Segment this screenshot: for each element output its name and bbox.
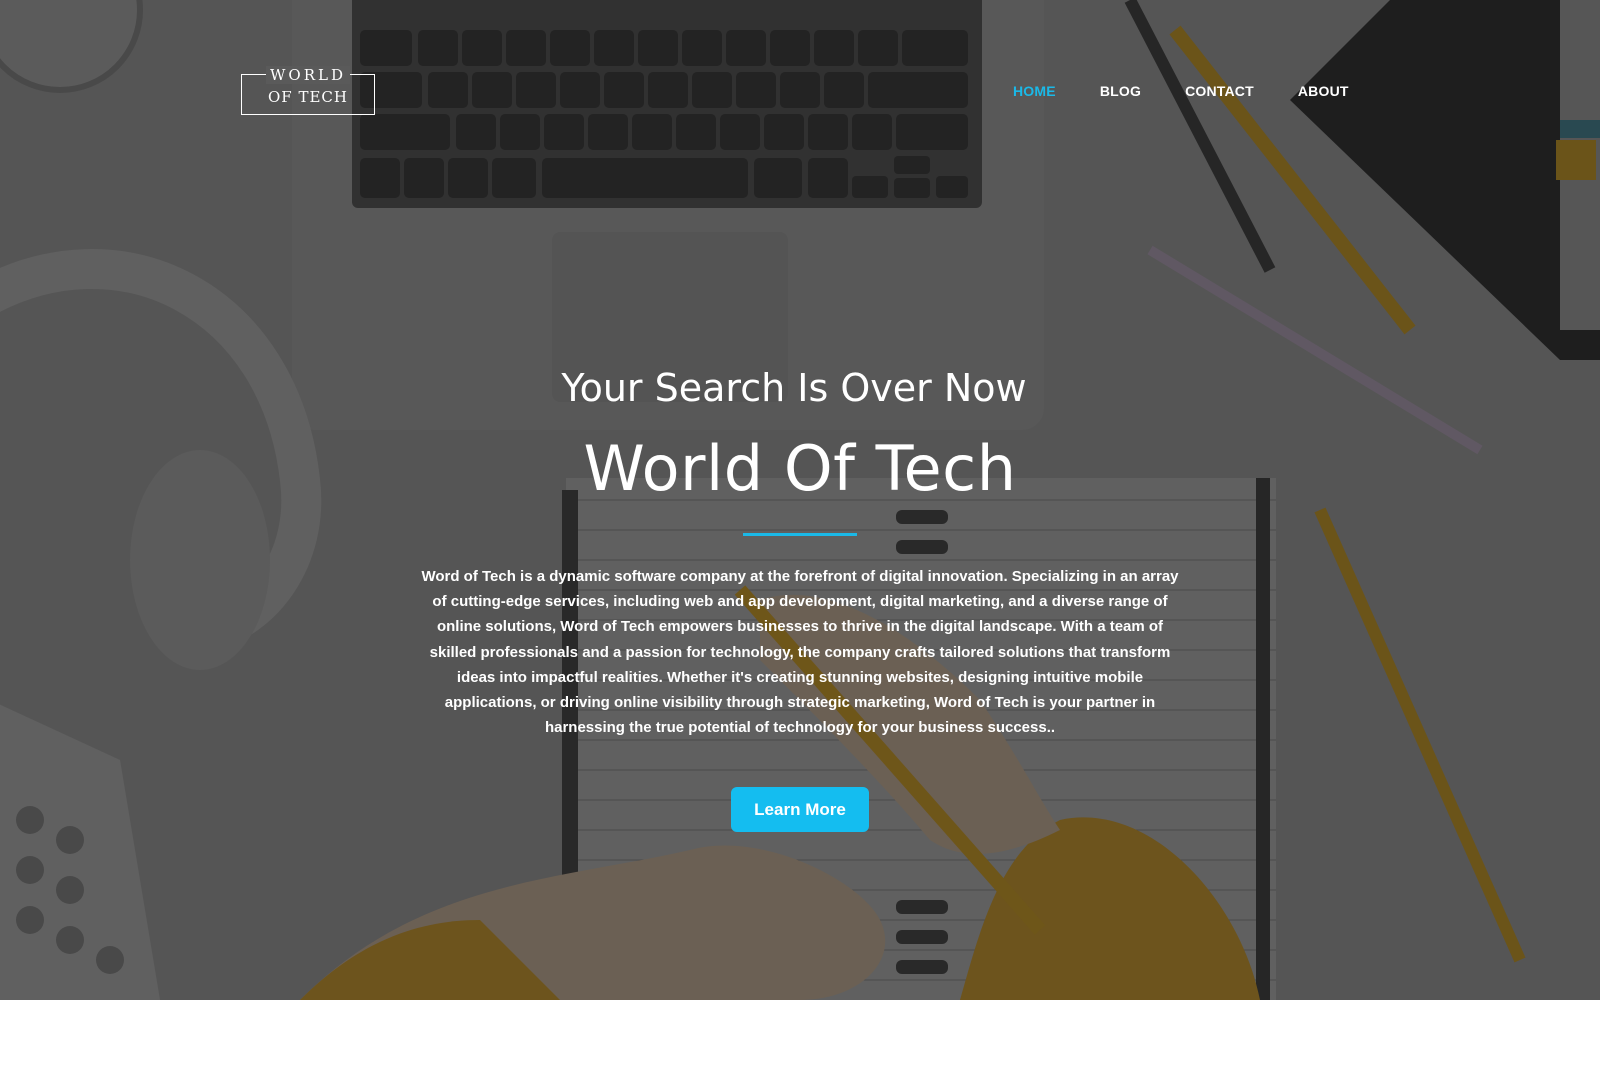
below-fold-section [0,1000,1600,1066]
logo-line2: OF TECH [268,88,348,106]
hero-subtitle: Your Search Is Over Now [561,366,1027,410]
nav-about[interactable]: ABOUT [1298,83,1349,99]
main-nav: HOME BLOG CONTACT ABOUT [1013,83,1393,99]
learn-more-button[interactable]: Learn More [731,787,869,832]
logo-line1: WORLD [242,66,374,84]
hero-description: Word of Tech is a dynamic software compa… [421,568,1179,737]
nav-contact[interactable]: CONTACT [1185,83,1254,99]
hero-title: World Of Tech [583,432,1017,505]
nav-blog[interactable]: BLOG [1100,83,1141,99]
title-divider [743,533,857,536]
hero-section: WORLD OF TECH HOME BLOG CONTACT ABOUT Yo… [0,0,1600,1000]
nav-home[interactable]: HOME [1013,83,1056,99]
brand-logo[interactable]: WORLD OF TECH [241,66,375,115]
